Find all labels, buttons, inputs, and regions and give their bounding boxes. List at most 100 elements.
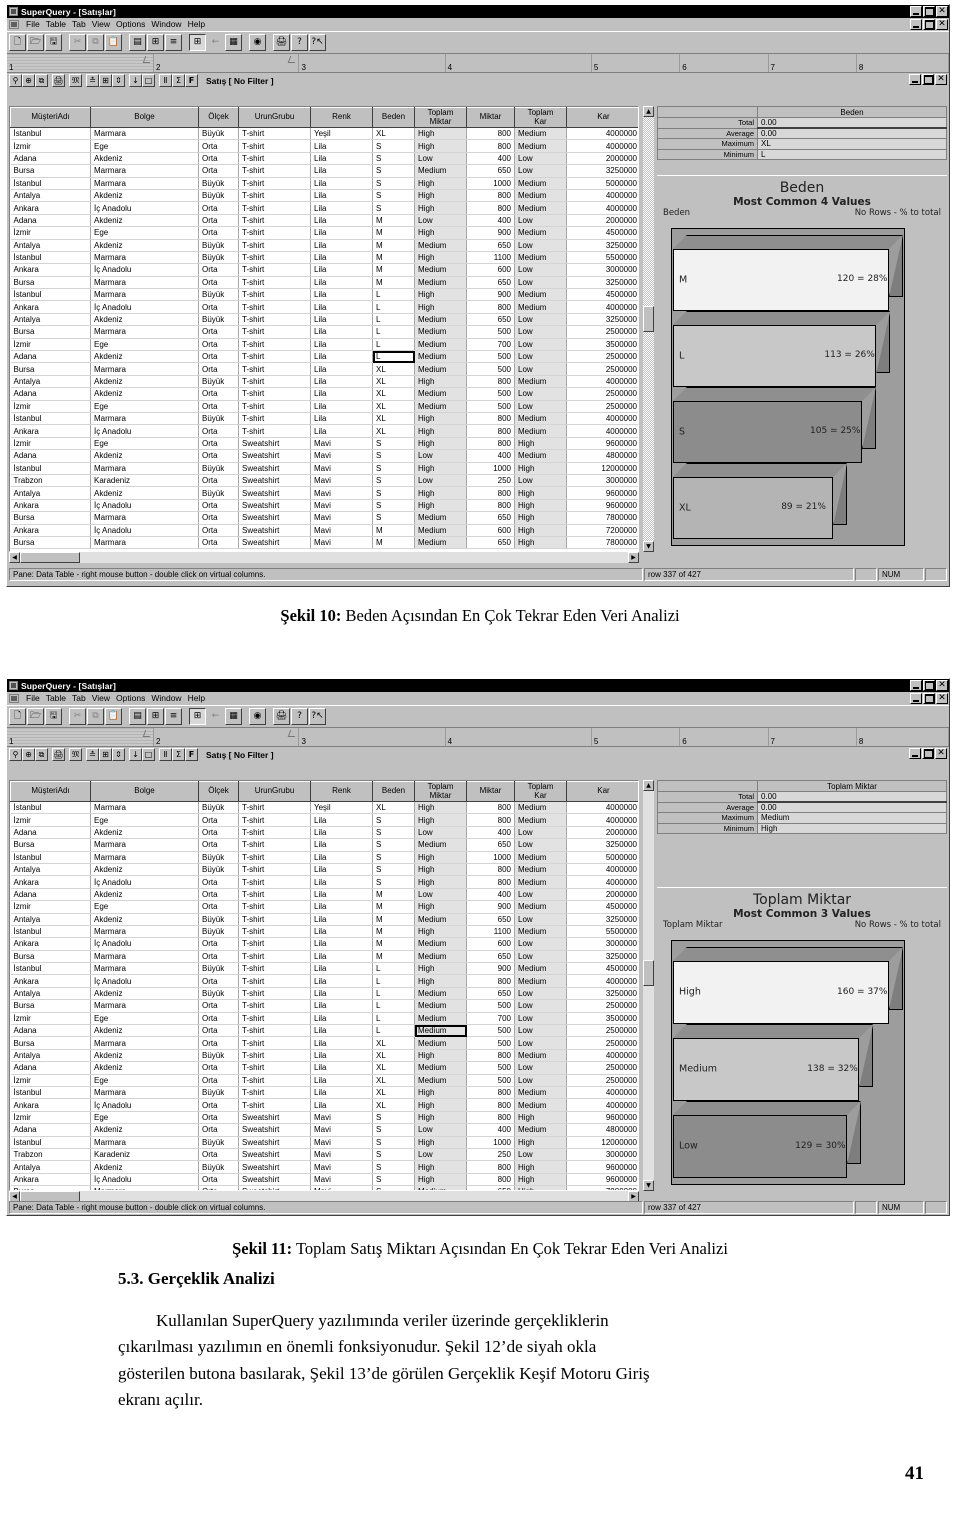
table-cell[interactable]: İstanbul bbox=[10, 851, 91, 864]
table-cell[interactable]: 3250000 bbox=[566, 276, 638, 290]
table-row[interactable]: İstanbul Marmara Büyük T-shirt Lila S High 1000… bbox=[10, 851, 638, 864]
table-cell[interactable]: 800 bbox=[466, 300, 515, 314]
table-cell[interactable]: Orta bbox=[198, 1098, 239, 1112]
table-cell[interactable]: Sweatshirt bbox=[238, 524, 311, 537]
table-cell[interactable]: Trabzon bbox=[10, 1148, 91, 1162]
table-row[interactable]: Ankara İç Anadolu Orta Sweatshirt Mavi M Mediu… bbox=[10, 524, 638, 537]
column-header-3[interactable]: UrunGrubu bbox=[238, 107, 311, 128]
table-cell[interactable]: Low bbox=[514, 263, 567, 277]
menu-help[interactable]: Help bbox=[188, 19, 205, 29]
table-cell[interactable]: XL bbox=[372, 1036, 415, 1050]
table-cell[interactable]: Orta bbox=[198, 511, 239, 525]
filter-f-icon[interactable]: F bbox=[185, 748, 198, 761]
table-cell[interactable]: Karadeniz bbox=[90, 1148, 199, 1162]
table-cell[interactable]: Büyük bbox=[198, 987, 239, 1001]
menu-options[interactable]: Options bbox=[116, 693, 145, 703]
table-cell[interactable]: İzmir bbox=[10, 437, 91, 451]
columns-icon[interactable]: ⊞ bbox=[147, 708, 164, 725]
table-cell[interactable]: 1000 bbox=[466, 177, 515, 190]
table-cell[interactable]: S bbox=[372, 838, 415, 852]
table-cell[interactable]: High bbox=[414, 412, 467, 426]
table-cell[interactable]: 4000000 bbox=[566, 201, 638, 215]
table-cell[interactable]: 2500000 bbox=[566, 999, 638, 1013]
table-cell[interactable]: 800 bbox=[466, 1098, 515, 1112]
minimize-button[interactable] bbox=[910, 680, 922, 691]
table-cell[interactable]: Akdeniz bbox=[90, 1024, 199, 1038]
table-cell[interactable]: 3250000 bbox=[566, 838, 638, 852]
table-cell[interactable]: Adana bbox=[10, 387, 91, 401]
table-cell[interactable]: Low bbox=[514, 1024, 567, 1038]
table-cell[interactable]: Medium bbox=[514, 189, 567, 203]
table-cell[interactable]: 3500000 bbox=[566, 1012, 638, 1026]
table-cell[interactable]: 3250000 bbox=[566, 313, 638, 327]
table-row[interactable]: Adana Akdeniz Orta T-shirt Lila L Medium 500 Low… bbox=[10, 1024, 638, 1038]
table-cell[interactable]: Low bbox=[514, 362, 567, 376]
table-cell[interactable]: Orta bbox=[198, 950, 239, 964]
table-row[interactable]: Ankara İç Anadolu Orta T-shirt Lila XL High 800… bbox=[10, 424, 638, 438]
table-cell[interactable]: 800 bbox=[466, 139, 515, 153]
table-cell[interactable]: Karadeniz bbox=[90, 474, 199, 488]
table-cell[interactable]: High bbox=[514, 486, 567, 500]
table-cell[interactable]: Lila bbox=[310, 863, 373, 877]
table-cell[interactable]: Marmara bbox=[90, 177, 199, 190]
table-cell[interactable]: Lila bbox=[310, 177, 373, 190]
table-cell[interactable]: Ege bbox=[90, 226, 199, 240]
table-row[interactable]: İzmir Ege Orta T-shirt Lila L Medium 700 Low 3500… bbox=[10, 1012, 638, 1026]
table-cell[interactable]: 5500000 bbox=[566, 925, 638, 939]
table-cell[interactable]: İstanbul bbox=[10, 962, 91, 976]
table-cell[interactable]: İç Anadolu bbox=[90, 875, 199, 889]
table-cell[interactable]: M bbox=[372, 226, 415, 240]
table-cell[interactable]: Akdeniz bbox=[90, 987, 199, 1001]
table-cell[interactable]: Lila bbox=[310, 987, 373, 1001]
table-cell[interactable]: Orta bbox=[198, 875, 239, 889]
table-cell[interactable]: S bbox=[372, 1111, 415, 1125]
table-cell[interactable]: Low bbox=[514, 239, 567, 252]
table-cell[interactable]: Medium bbox=[414, 838, 467, 852]
table-cell[interactable]: High bbox=[514, 1111, 567, 1125]
table-cell[interactable]: T-shirt bbox=[238, 1098, 311, 1112]
table-cell[interactable]: Bursa bbox=[10, 511, 91, 525]
table-cell[interactable]: Medium bbox=[514, 974, 567, 988]
table-cell[interactable]: T-shirt bbox=[238, 937, 311, 951]
align-icon[interactable]: ▤ bbox=[129, 708, 146, 725]
menu-table[interactable]: Table bbox=[46, 693, 66, 703]
table-cell[interactable]: Akdeniz bbox=[90, 826, 199, 840]
table-cell[interactable]: Adana bbox=[10, 888, 91, 902]
table-cell[interactable]: Adana bbox=[10, 350, 91, 364]
table-cell[interactable]: Marmara bbox=[90, 536, 199, 550]
table-cell[interactable]: S bbox=[372, 201, 415, 215]
table-cell[interactable]: 4000000 bbox=[566, 127, 638, 141]
table-cell[interactable]: 500 bbox=[466, 1074, 515, 1088]
table-cell[interactable]: Büyük bbox=[198, 962, 239, 976]
table-cell[interactable]: Mavi bbox=[310, 1173, 373, 1187]
table-cell[interactable]: T-shirt bbox=[238, 424, 311, 438]
table-cell[interactable]: 4000000 bbox=[566, 863, 638, 877]
table-row[interactable]: İstanbul Marmara Büyük T-shirt Lila L High 900 M… bbox=[10, 962, 638, 976]
table-cell[interactable]: Marmara bbox=[90, 127, 199, 141]
table-cell[interactable]: Marmara bbox=[90, 851, 199, 864]
table-row[interactable]: Bursa Marmara Orta T-shirt Lila XL Medium 500 Lo… bbox=[10, 1036, 638, 1050]
table-cell[interactable]: Medium bbox=[514, 127, 567, 141]
binoculars-icon[interactable]: 𝔐 bbox=[69, 748, 82, 761]
table-cell[interactable]: 9600000 bbox=[566, 1111, 638, 1125]
table-cell[interactable]: Low bbox=[414, 449, 467, 463]
table-cell[interactable]: Ege bbox=[90, 1012, 199, 1026]
table-cell[interactable]: Low bbox=[514, 350, 567, 364]
table-cell[interactable]: Mavi bbox=[310, 1148, 373, 1162]
table-cell[interactable]: High bbox=[414, 801, 467, 815]
table-cell[interactable]: Orta bbox=[198, 437, 239, 451]
table-cell[interactable]: Lila bbox=[310, 139, 373, 153]
table-cell[interactable]: Low bbox=[514, 1148, 567, 1162]
pane-window-controls[interactable]: ✕ bbox=[909, 748, 947, 759]
table-row[interactable]: BursaMarmaraOrtaSweatshirtMaviSMedium650… bbox=[10, 511, 638, 525]
table-cell[interactable]: 4000000 bbox=[566, 1086, 638, 1100]
table-row[interactable]: Ankara İç Anadolu Orta T-shirt Lila S High 800 M… bbox=[10, 201, 638, 215]
table-cell[interactable]: 2000000 bbox=[566, 214, 638, 228]
new-document-icon[interactable]: 🗋 bbox=[9, 708, 26, 725]
data-grid[interactable]: MüşteriAdı Bolge Ölçek UrunGrubu Renk Beden To… bbox=[10, 107, 638, 550]
stats-column-header[interactable]: Beden bbox=[757, 106, 947, 118]
table-cell[interactable]: Marmara bbox=[90, 801, 199, 815]
table-cell[interactable]: High bbox=[514, 1173, 567, 1187]
table-cell[interactable]: High bbox=[414, 962, 467, 976]
table-cell[interactable]: Antalya bbox=[10, 375, 91, 389]
